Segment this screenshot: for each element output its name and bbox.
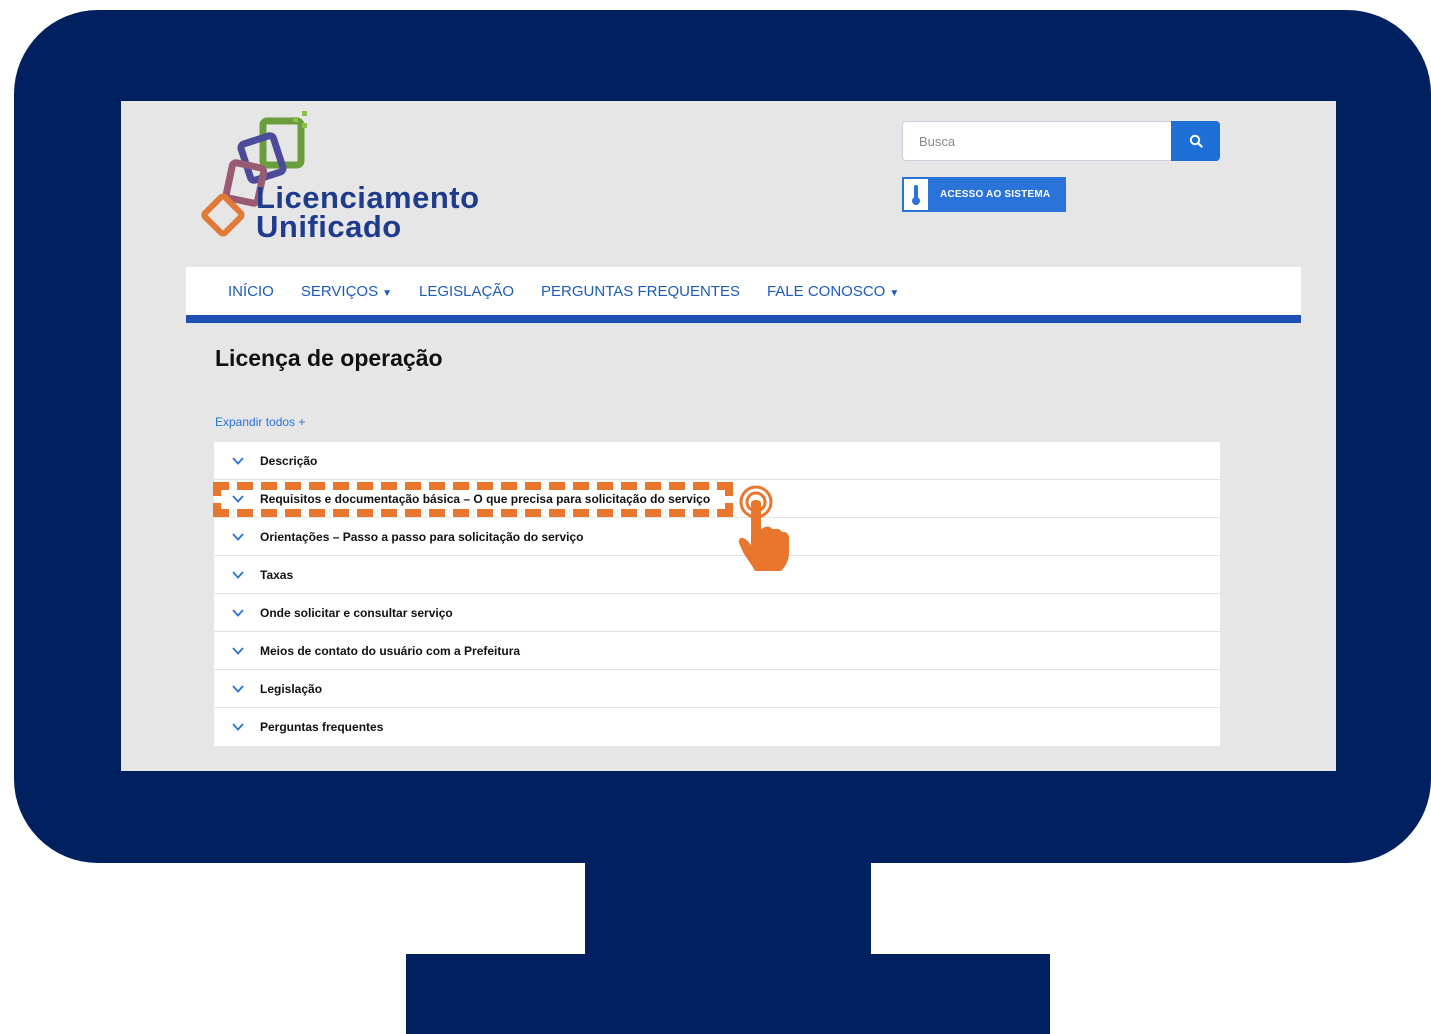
access-system-label: ACESSO AO SISTEMA xyxy=(940,189,1051,200)
accordion-item-label: Descrição xyxy=(260,453,318,468)
monitor-base xyxy=(406,954,1050,1034)
chevron-down-icon xyxy=(232,570,244,579)
nav-item-fale-conosco[interactable]: FALE CONOSCO ▼ xyxy=(767,283,899,300)
access-system-button[interactable]: ACESSO AO SISTEMA xyxy=(902,177,1066,212)
search-button[interactable] xyxy=(1171,121,1220,161)
nav-item-inicio[interactable]: INÍCIO xyxy=(228,283,274,300)
accordion-item-taxas[interactable]: Taxas xyxy=(214,556,1220,594)
thermometer-icon xyxy=(902,177,930,212)
chevron-down-icon xyxy=(232,532,244,541)
nav-item-legislacao[interactable]: LEGISLAÇÃO xyxy=(419,283,514,300)
accordion-item-orientacoes[interactable]: Orientações – Passo a passo para solicit… xyxy=(214,518,1220,556)
accordion-item-descricao[interactable]: Descrição xyxy=(214,442,1220,480)
accordion-item-onde-solicitar[interactable]: Onde solicitar e consultar serviço xyxy=(214,594,1220,632)
nav-item-perguntas-frequentes[interactable]: PERGUNTAS FREQUENTES xyxy=(541,283,740,300)
chevron-down-icon xyxy=(232,456,244,465)
nav-item-label: INÍCIO xyxy=(228,282,274,300)
accordion-item-meios-de-contato[interactable]: Meios de contato do usuário com a Prefei… xyxy=(214,632,1220,670)
nav-item-label: SERVIÇOS xyxy=(300,282,379,300)
chevron-down-icon xyxy=(232,646,244,655)
nav-item-label: FALE CONOSCO xyxy=(766,282,886,300)
browser-screen: Licenciamento Unificado ACESSO AO SISTEM… xyxy=(121,101,1336,771)
accordion-item-label: Legislação xyxy=(260,681,323,696)
nav-item-label: LEGISLAÇÃO xyxy=(419,282,515,300)
accordion-item-label: Taxas xyxy=(260,567,294,582)
accordion-item-label: Onde solicitar e consultar serviço xyxy=(260,605,453,620)
nav-item-servicos[interactable]: SERVIÇOS ▼ xyxy=(301,283,392,300)
accordion-item-label: Meios de contato do usuário com a Prefei… xyxy=(260,643,521,658)
page-title: Licença de operação xyxy=(215,345,443,371)
main-nav: INÍCIO SERVIÇOS ▼ LEGISLAÇÃO PERGUNTAS FR… xyxy=(186,267,1301,323)
accordion-item-label: Perguntas frequentes xyxy=(260,720,384,734)
nav-item-label: PERGUNTAS FREQUENTES xyxy=(541,282,740,300)
pointing-hand-icon xyxy=(738,485,789,571)
chevron-down-icon xyxy=(232,608,244,617)
accordion-item-legislacao[interactable]: Legislação xyxy=(214,670,1220,708)
caret-down-icon: ▼ xyxy=(382,287,392,299)
accordion-item-label: Orientações – Passo a passo para solicit… xyxy=(260,529,584,544)
chevron-down-icon xyxy=(232,723,244,731)
highlight-dashed-box xyxy=(213,482,733,517)
logo-line-1: Licenciamento xyxy=(256,180,480,215)
monitor-neck xyxy=(585,862,871,956)
search-bar xyxy=(902,121,1220,161)
logo-wordmark: Licenciamento Unificado xyxy=(256,180,480,244)
logo-line-2: Unificado xyxy=(256,209,402,244)
expand-all-link[interactable]: Expandir todos + xyxy=(215,415,305,429)
search-icon xyxy=(1189,134,1203,148)
search-input[interactable] xyxy=(902,121,1171,161)
accordion-item-perguntas-frequentes[interactable]: Perguntas frequentes xyxy=(214,708,1220,746)
chevron-down-icon xyxy=(232,684,244,693)
caret-down-icon: ▼ xyxy=(889,287,900,299)
